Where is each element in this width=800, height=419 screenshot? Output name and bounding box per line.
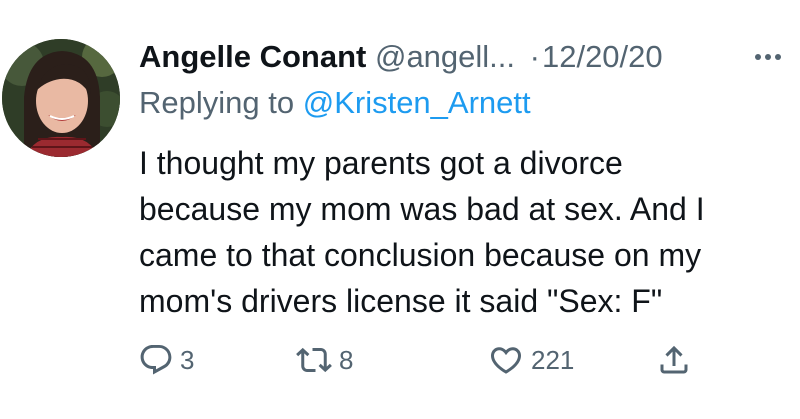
- tweet-text-line: came to that conclusion because on my: [139, 237, 702, 273]
- tweet-text: I thought my parents got a divorce becau…: [139, 140, 794, 324]
- tweet-date[interactable]: 12/20/20: [542, 39, 663, 74]
- reply-icon: [140, 345, 172, 375]
- like-button[interactable]: 221: [487, 340, 574, 380]
- author-handle[interactable]: @angell...: [375, 39, 515, 74]
- reply-prefix: Replying to: [139, 85, 295, 120]
- tweet-text-line: because my mom was bad at sex. And I: [139, 191, 705, 227]
- like-count: 221: [531, 344, 575, 375]
- reply-button[interactable]: 3: [138, 340, 194, 380]
- reply-count: 3: [180, 344, 195, 375]
- author-name[interactable]: Angelle Conant: [139, 39, 366, 74]
- retweet-button[interactable]: 8: [295, 340, 353, 380]
- retweet-icon: [296, 347, 332, 373]
- tweet-card: Angelle Conant @angell... ·12/20/20 Repl…: [0, 0, 800, 419]
- tweet-header: Angelle Conant @angell... ·12/20/20: [139, 37, 663, 77]
- avatar-photo: [2, 39, 120, 157]
- more-options-icon[interactable]: [752, 42, 800, 72]
- reply-mention-link[interactable]: @Kristen_Arnett: [303, 85, 531, 120]
- header-separator: ·: [529, 39, 540, 74]
- replying-to-line: Replying to @Kristen_Arnett: [139, 83, 531, 123]
- tweet-text-line: mom's drivers license it said "Sex: F": [139, 283, 663, 319]
- share-icon: [660, 345, 688, 374]
- tweet-actions: 3 8 221: [0, 340, 800, 380]
- heart-icon: [490, 347, 522, 374]
- avatar[interactable]: [2, 39, 120, 157]
- retweet-count: 8: [339, 344, 354, 375]
- tweet-text-line: I thought my parents got a divorce: [139, 145, 623, 181]
- share-button[interactable]: [656, 340, 692, 380]
